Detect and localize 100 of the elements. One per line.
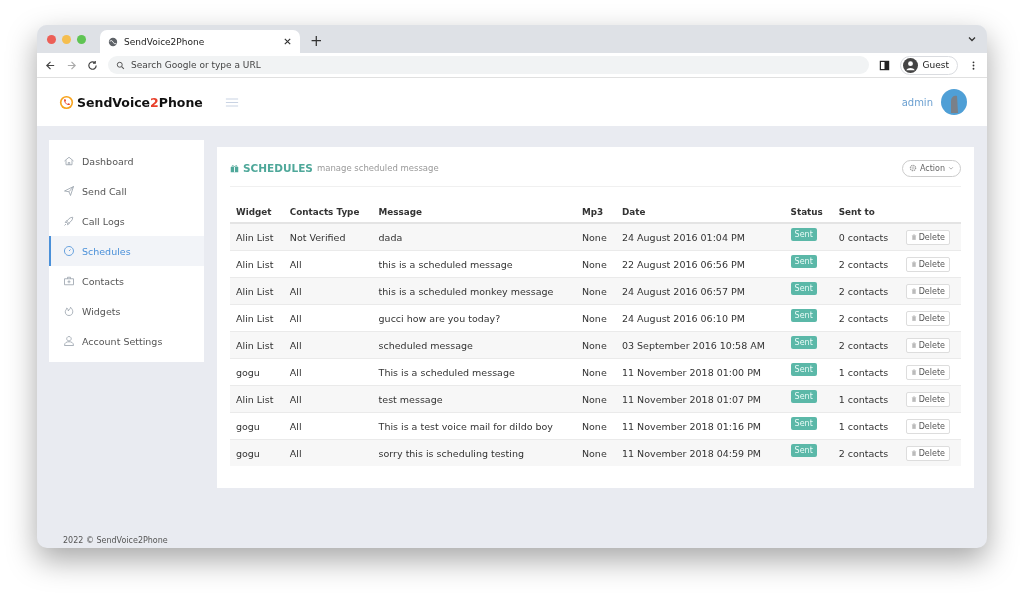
trash-icon (910, 423, 917, 429)
delete-button[interactable]: Delete (905, 418, 950, 434)
avatar-icon[interactable] (941, 89, 967, 115)
table-cell: Alin List (236, 231, 274, 243)
sidebar-item[interactable]: Dashboard (49, 146, 204, 176)
table-cell: 2 contacts (838, 258, 889, 270)
table-cell: 1 contacts (838, 366, 889, 378)
table-cell: None (581, 231, 607, 243)
table-cell: None (581, 420, 607, 432)
table-cell: 24 August 2016 06:57 PM (622, 285, 745, 297)
table-cell: This is a test voice mail for dildo boy (378, 420, 553, 432)
column-header: Message (378, 207, 422, 217)
table-cell: gogu (236, 447, 260, 459)
table-cell: Alin List (236, 285, 274, 297)
globe-icon (108, 36, 118, 47)
column-header: Status (790, 207, 823, 217)
page-title: SCHEDULES (243, 162, 313, 174)
page-subtitle: manage scheduled message (316, 163, 439, 173)
delete-button[interactable]: Delete (905, 283, 950, 299)
browser-tab[interactable]: SendVoice2Phone (100, 30, 300, 53)
delete-button[interactable]: Delete (905, 229, 950, 245)
table-cell: 22 August 2016 06:56 PM (622, 258, 745, 270)
trash-icon (910, 396, 917, 402)
table-cell: 24 August 2016 06:10 PM (622, 312, 745, 324)
delete-button[interactable]: Delete (905, 256, 950, 272)
table-cell: All (289, 285, 302, 297)
table-cell: sorry this is scheduling testing (378, 447, 524, 459)
sidebar-item[interactable]: Widgets (49, 296, 204, 326)
column-header: Mp3 (581, 207, 604, 217)
table-cell: 11 November 2018 01:16 PM (622, 420, 762, 432)
status-badge: Sent (790, 227, 817, 241)
table-cell: None (581, 447, 607, 459)
brand-logo[interactable]: SendVoice2Phone (77, 94, 203, 110)
trash-icon (910, 261, 917, 267)
table-cell: None (581, 366, 607, 378)
column-header: Date (622, 207, 646, 217)
table-cell: None (581, 285, 607, 297)
table-cell: All (289, 339, 302, 351)
table-cell: None (581, 393, 607, 405)
paper-plane-icon (63, 185, 75, 197)
table-cell: 03 September 2016 10:58 AM (622, 339, 765, 351)
phone-logo-icon (59, 94, 74, 110)
tab-list-icon[interactable] (967, 34, 977, 44)
back-icon[interactable] (45, 59, 56, 71)
gift-icon (230, 163, 239, 173)
address-field[interactable]: Search Google or type a URL (108, 56, 869, 74)
table-cell: None (581, 339, 607, 351)
status-badge: Sent (790, 362, 817, 376)
table-cell: None (581, 258, 607, 270)
table-cell: All (289, 393, 302, 405)
table-cell: test message (378, 393, 443, 405)
table-cell: dada (378, 231, 403, 243)
table-cell: this is a scheduled message (378, 258, 513, 270)
reload-icon[interactable] (87, 59, 98, 71)
table-cell: All (289, 258, 302, 270)
status-badge: Sent (790, 254, 817, 268)
gauge-icon (63, 245, 75, 257)
flame-icon (63, 305, 75, 317)
caret-icon (948, 165, 954, 171)
table-cell: Alin List (236, 393, 274, 405)
table-cell: 24 August 2016 01:04 PM (622, 231, 745, 243)
action-dropdown[interactable]: Action (901, 159, 961, 177)
column-header: Sent to (838, 207, 875, 217)
delete-button[interactable]: Delete (905, 364, 950, 380)
profile-avatar-icon (902, 57, 918, 73)
delete-button[interactable]: Delete (905, 310, 950, 326)
table-cell: All (289, 420, 302, 432)
table-cell: 0 contacts (838, 231, 889, 243)
table-cell: Alin List (236, 339, 274, 351)
table-cell: gogu (236, 366, 260, 378)
delete-button[interactable]: Delete (905, 391, 950, 407)
status-badge: Sent (790, 416, 817, 430)
column-header: Widget (236, 207, 272, 217)
table-cell: 1 contacts (838, 420, 889, 432)
sidebar-item[interactable]: Contacts (49, 266, 204, 296)
side-panel-icon[interactable] (878, 59, 890, 71)
table-cell: 2 contacts (838, 339, 889, 351)
table-cell: scheduled message (378, 339, 473, 351)
trash-icon (910, 234, 917, 240)
trash-icon (910, 369, 917, 375)
home-icon (63, 155, 75, 167)
table-cell: gogu (236, 420, 260, 432)
sidebar-item[interactable]: Call Logs (49, 206, 204, 236)
settings-icon (908, 164, 917, 172)
rocket-icon (63, 215, 75, 227)
table-cell: This is a scheduled message (378, 366, 515, 378)
close-tab-icon[interactable] (283, 37, 292, 46)
delete-button[interactable]: Delete (905, 445, 950, 461)
delete-button[interactable]: Delete (905, 337, 950, 353)
search-icon (116, 60, 125, 70)
sidebar-item[interactable]: Send Call (49, 176, 204, 206)
table-cell: Alin List (236, 312, 274, 324)
table-cell: All (289, 447, 302, 459)
trash-icon (910, 450, 917, 456)
close-window-icon[interactable] (47, 34, 56, 44)
sidebar-item[interactable]: Account Settings (49, 326, 204, 356)
table-cell: 2 contacts (838, 312, 889, 324)
new-tab-button[interactable]: + (310, 32, 323, 50)
trash-icon (910, 342, 917, 348)
trash-icon (910, 315, 917, 321)
